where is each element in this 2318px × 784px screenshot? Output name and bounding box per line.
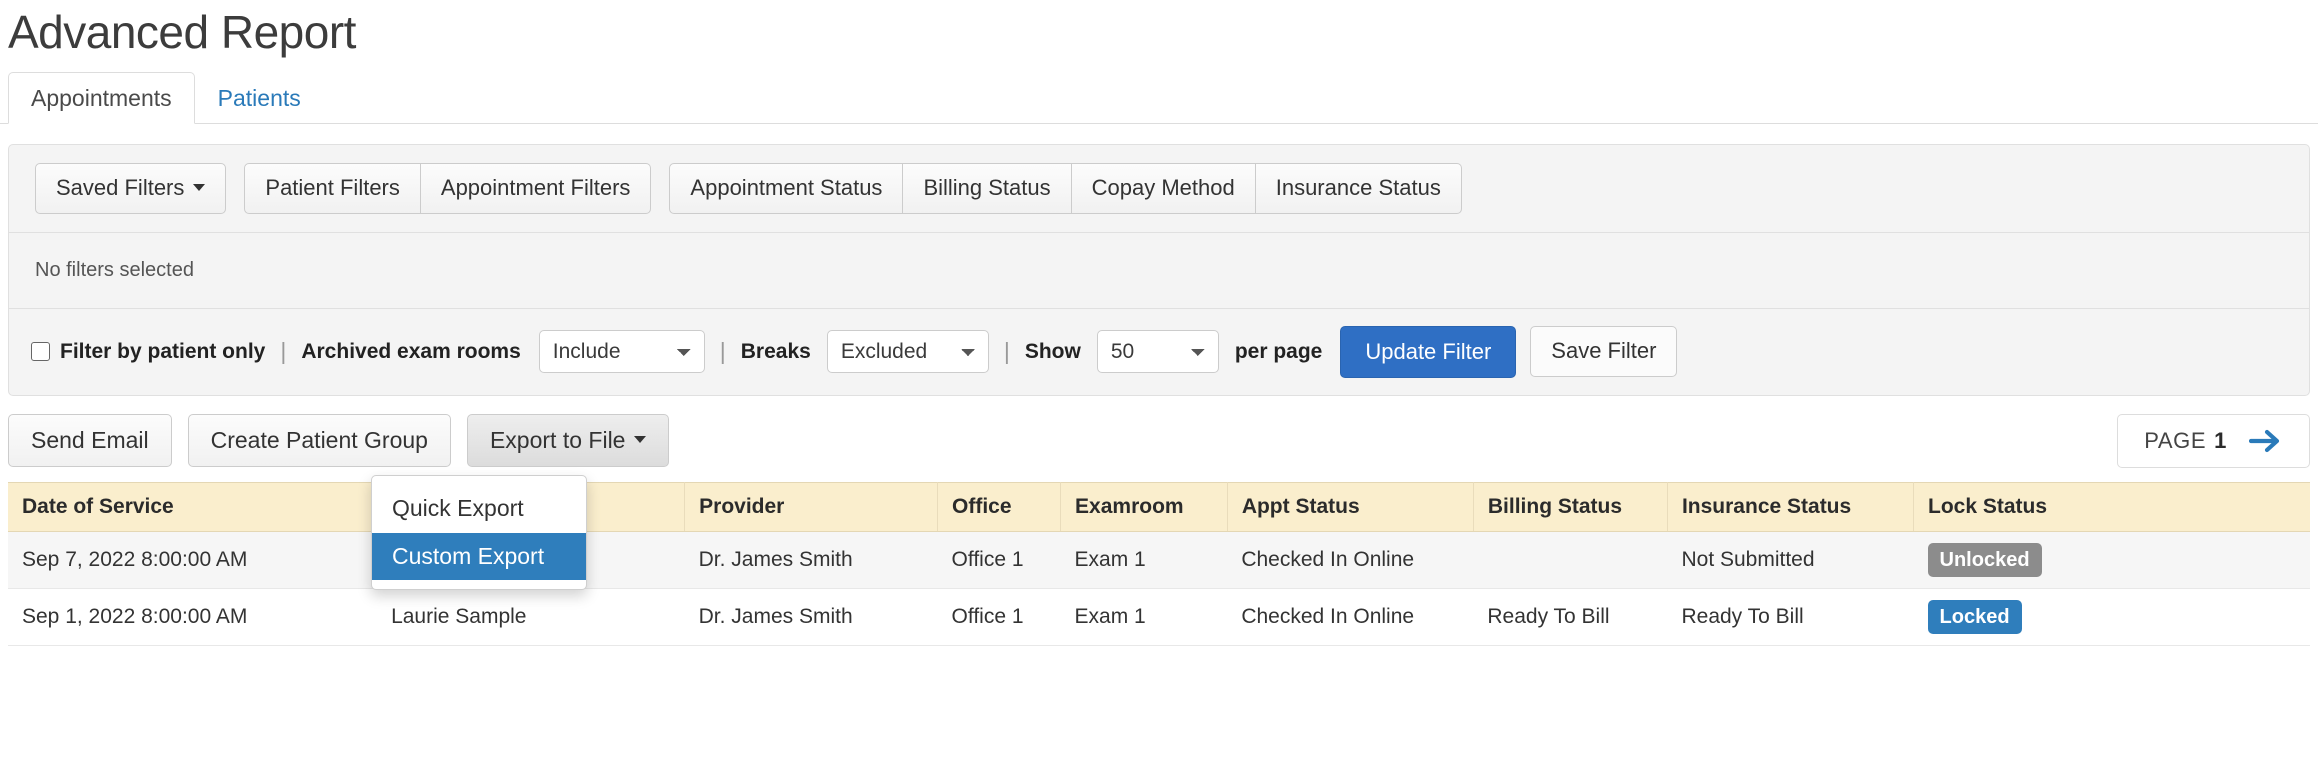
table-row[interactable]: Sep 1, 2022 8:00:00 AM Laurie Sample Dr.… [8,588,2310,646]
cell-date-of-service[interactable]: Sep 1, 2022 8:00:00 AM [8,588,378,646]
copay-method-button[interactable]: Copay Method [1071,163,1256,214]
cell-lock-status: Unlocked [1913,531,2310,589]
page-title: Advanced Report [8,6,356,58]
column-header-billing-status[interactable]: Billing Status [1473,481,1668,532]
divider: | [280,338,287,365]
saved-filters-button[interactable]: Saved Filters [35,163,227,214]
save-filter-button[interactable]: Save Filter [1530,326,1678,377]
archived-exam-rooms-label: Archived exam rooms [301,339,521,363]
cell-office: Office 1 [937,588,1061,646]
filter-buttons-row: Saved Filters Patient Filters Appointmen… [9,145,2309,233]
column-header-provider[interactable]: Provider [684,481,939,532]
send-email-button[interactable]: Send Email [8,413,172,468]
breaks-select[interactable]: Excluded [826,330,989,374]
cell-provider: Dr. James Smith [684,588,938,646]
status-badge: Locked [1927,599,2022,634]
cell-examroom: Exam 1 [1060,531,1228,589]
export-to-file-menu: Quick Export Custom Export [371,474,587,591]
cell-appt-status: Checked In Online [1227,531,1474,589]
cell-lock-status: Locked [1913,588,2310,646]
menu-item-quick-export[interactable]: Quick Export [372,485,586,533]
cell-insurance-status[interactable]: Not Submitted [1667,531,1914,589]
divider: | [719,338,726,365]
column-header-lock-status[interactable]: Lock Status [1913,481,2310,532]
cell-office: Office 1 [937,531,1061,589]
cell-appt-status: Checked In Online [1227,588,1474,646]
page-number: 1 [2214,427,2227,453]
action-bar: Send Email Create Patient Group Export t… [8,413,2310,591]
filter-options-row: Filter by patient only | Archived exam r… [9,309,2309,395]
filter-panel: Saved Filters Patient Filters Appointmen… [8,144,2310,396]
export-to-file-label: Export to File [489,426,626,453]
create-patient-group-button[interactable]: Create Patient Group [187,413,451,468]
status-badge: Unlocked [1927,542,2042,577]
filter-button-group: Patient Filters Appointment Filters [244,163,652,214]
saved-filters-label: Saved Filters [56,175,185,201]
chevron-down-icon [634,436,647,444]
tab-bar: Appointments Patients [0,71,2318,125]
show-label: Show [1024,339,1081,363]
column-header-date-of-service[interactable]: Date of Service [8,481,378,532]
table-header-row: Date of Service Patient Provider Office … [8,481,2310,532]
cell-insurance-status[interactable]: Ready To Bill [1667,588,1914,646]
cell-billing-status: Ready To Bill [1473,588,1668,646]
cell-date-of-service[interactable]: Sep 7, 2022 8:00:00 AM [8,531,378,589]
cell-provider: Dr. James Smith [684,531,938,589]
divider: | [1003,338,1010,365]
appointment-status-button[interactable]: Appointment Status [669,163,904,214]
billing-status-button[interactable]: Billing Status [903,163,1072,214]
filter-by-patient-only-label: Filter by patient only [60,339,266,363]
column-header-examroom[interactable]: Examroom [1060,481,1228,532]
tab-appointments[interactable]: Appointments [8,71,195,125]
page-label: PAGE [2144,427,2207,453]
no-filters-selected-text: No filters selected [9,233,2309,309]
breaks-label: Breaks [740,339,811,363]
arrow-right-icon[interactable] [2249,429,2283,453]
cell-billing-status [1473,531,1668,589]
column-header-office[interactable]: Office [937,481,1062,532]
cell-examroom: Exam 1 [1060,588,1228,646]
chevron-down-icon [193,183,206,191]
menu-item-custom-export[interactable]: Custom Export [372,532,586,581]
column-header-insurance-status[interactable]: Insurance Status [1667,481,1915,532]
status-button-group: Appointment Status Billing Status Copay … [669,163,1462,214]
archived-exam-rooms-select[interactable]: Include [538,330,705,374]
patient-filters-button[interactable]: Patient Filters [244,163,421,214]
appointment-filters-button[interactable]: Appointment Filters [420,163,652,214]
cell-patient[interactable]: Laurie Sample [377,588,685,646]
filter-by-patient-only-checkbox[interactable] [31,342,50,362]
insurance-status-button[interactable]: Insurance Status [1255,163,1462,214]
page-indicator[interactable]: PAGE 1 [2117,413,2310,468]
show-per-page-select[interactable]: 50 [1096,330,1219,374]
update-filter-button[interactable]: Update Filter [1340,325,1517,378]
table-row[interactable]: Sep 7, 2022 8:00:00 AM Laurie Sample Dr.… [8,531,2310,589]
per-page-label: per page [1234,339,1323,363]
tab-patients[interactable]: Patients [195,72,324,124]
export-to-file-button[interactable]: Export to File [466,413,670,468]
column-header-appt-status[interactable]: Appt Status [1227,481,1474,532]
report-table: Date of Service Patient Provider Office … [8,481,2310,646]
